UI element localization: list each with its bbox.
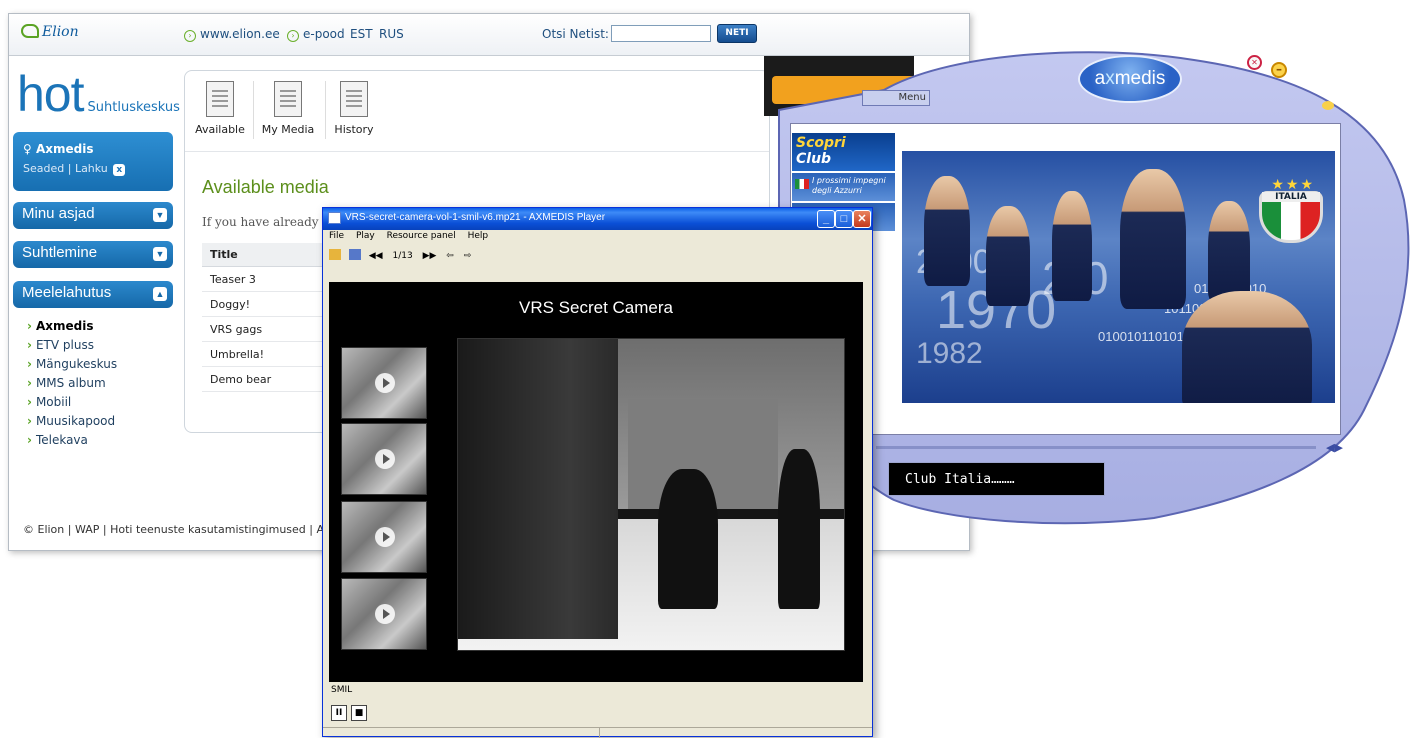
available-intro-text: If you have already p <box>202 215 331 229</box>
search-label: Otsi Netist: <box>542 27 609 41</box>
close-button[interactable]: ✕ <box>853 210 871 228</box>
search-input[interactable] <box>611 25 711 42</box>
caption-box: Club Italia……… <box>888 462 1105 496</box>
link-e-pood[interactable]: › e-pood <box>287 27 345 42</box>
document-icon <box>340 81 368 117</box>
scopri-club-header[interactable]: Scopri Club <box>792 133 895 171</box>
elion-logo-mark-icon <box>21 24 39 38</box>
star-icon[interactable] <box>1322 101 1334 110</box>
link-www-elion[interactable]: › www.elion.ee <box>184 27 280 42</box>
status-bar <box>323 727 872 738</box>
list-item-mangukeskus[interactable]: › Mängukeskus <box>27 355 117 374</box>
document-icon <box>206 81 234 117</box>
player-toolbar: ◀◀ 1/13 ▶▶ ⇦ ⇨ <box>323 247 872 266</box>
back-arrow-icon[interactable]: ⇦ <box>446 247 454 266</box>
play-icon <box>375 373 395 393</box>
menu-help[interactable]: Help <box>468 231 489 241</box>
list-item-mobiil[interactable]: › Mobiil <box>27 393 117 412</box>
chevron-down-icon: ▼ <box>153 247 167 261</box>
player-menu-bar: File Play Resource panel Help <box>323 231 872 246</box>
menu-play[interactable]: Play <box>356 231 375 241</box>
minimize-icon[interactable]: – <box>1271 62 1287 78</box>
thumbnail-1[interactable] <box>341 347 427 419</box>
mode-label: SMIL <box>331 685 353 695</box>
tab-my-media[interactable]: My Media <box>258 81 318 136</box>
page-counter: 1/13 <box>392 251 413 261</box>
document-icon <box>274 81 302 117</box>
chevron-down-icon: ▼ <box>153 208 167 222</box>
forward-arrow-icon[interactable]: ⇨ <box>464 247 472 266</box>
club-italia-banner[interactable]: 2000 2-0 1970 1982 0100101010 1011000010… <box>902 151 1335 403</box>
available-media-title: Available media <box>202 177 329 197</box>
logout-x-icon[interactable]: x <box>113 164 126 176</box>
thumbnail-4[interactable] <box>341 578 427 650</box>
section-suhtlemine[interactable]: Suhtlemine ▼ <box>13 241 173 268</box>
elion-logo[interactable]: Elion <box>21 24 79 40</box>
section-meelelahutus[interactable]: Meelelahutus ▲ <box>13 281 173 308</box>
pause-button[interactable]: II <box>331 705 347 721</box>
axmedis-logo: axmedis <box>1078 55 1182 103</box>
tab-available[interactable]: Available <box>190 81 250 136</box>
player-title-bar[interactable]: VRS-secret-camera-vol-1-smil-v6.mp21 - A… <box>323 208 872 230</box>
open-folder-icon[interactable] <box>329 249 341 260</box>
thumbnail-2[interactable] <box>341 423 427 495</box>
logout-link[interactable]: Lahku <box>75 162 108 175</box>
play-icon <box>375 604 395 624</box>
menu-file[interactable]: File <box>329 231 344 241</box>
player-stage: VRS Secret Camera <box>329 282 863 682</box>
web-player-scrollbar[interactable] <box>876 446 1316 449</box>
thumbnail-3[interactable] <box>341 501 427 573</box>
chevron-up-icon: ▲ <box>153 287 167 301</box>
next-icon[interactable]: ▶▶ <box>423 247 437 266</box>
video-frame[interactable] <box>457 338 845 651</box>
list-item-mms-album[interactable]: › MMS album <box>27 374 117 393</box>
maximize-button[interactable]: □ <box>835 210 853 228</box>
stage-title: VRS Secret Camera <box>519 298 673 317</box>
list-item-muusikapood[interactable]: › Muusikapood <box>27 412 117 431</box>
axmedis-player-window: VRS-secret-camera-vol-1-smil-v6.mp21 - A… <box>322 207 873 738</box>
list-item-telekava[interactable]: › Telekava <box>27 431 117 450</box>
search-button[interactable]: NETI <box>717 24 757 43</box>
list-item-axmedis[interactable]: › Axmedis <box>27 317 117 336</box>
link-rus[interactable]: RUS <box>379 27 404 41</box>
portal-footer[interactable]: © Elion | WAP | Hoti teenuste kasutamist… <box>23 523 324 536</box>
menu-button[interactable]: Menu <box>862 90 930 106</box>
open-url-icon[interactable] <box>348 249 361 260</box>
app-icon <box>328 212 341 224</box>
play-icon <box>375 449 395 469</box>
tab-history[interactable]: History <box>324 81 384 136</box>
stop-button[interactable]: ■ <box>351 705 367 721</box>
minimize-button[interactable]: _ <box>817 210 835 228</box>
settings-link[interactable]: Seaded <box>23 162 64 175</box>
side-panel-item[interactable]: I prossimi impegni degli Azzurri <box>792 173 895 201</box>
entertainment-list: › Axmedis › ETV pluss › Mängukeskus › MMS al… <box>27 317 117 450</box>
arrow-circle-icon: › <box>184 30 196 42</box>
hot-logo[interactable]: hot Suhtluskeskus <box>17 69 180 119</box>
close-icon[interactable]: ✕ <box>1247 55 1262 70</box>
play-icon <box>375 527 395 547</box>
scroll-arrows-icon[interactable]: ◀▶ <box>1326 441 1343 454</box>
menu-resource-panel[interactable]: Resource panel <box>387 231 456 241</box>
user-box: ♀ Axmedis Seaded | Lahku x <box>13 132 173 191</box>
italia-flag-crest: ITALIA <box>1259 191 1323 243</box>
user-name: ♀ Axmedis <box>23 142 94 156</box>
section-minu-asjad[interactable]: Minu asjad ▼ <box>13 202 173 229</box>
list-item-etv-pluss[interactable]: › ETV pluss <box>27 336 117 355</box>
prev-icon[interactable]: ◀◀ <box>369 247 383 266</box>
arrow-circle-icon: › <box>287 30 299 42</box>
link-est[interactable]: EST <box>350 27 373 41</box>
